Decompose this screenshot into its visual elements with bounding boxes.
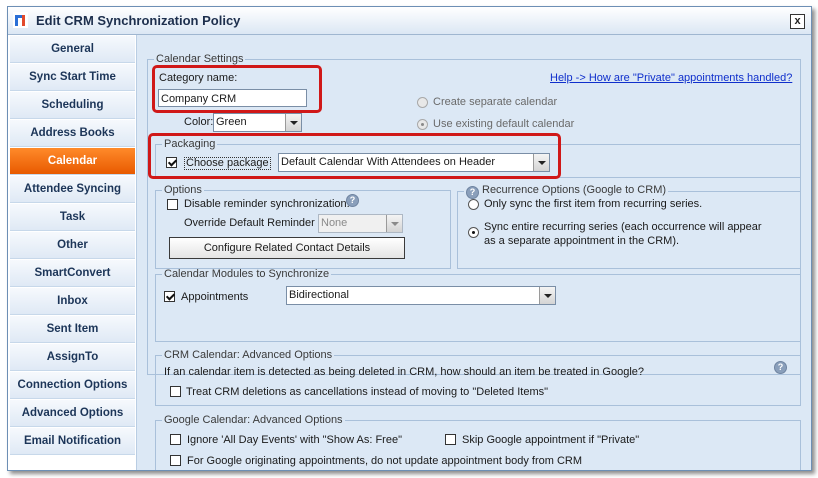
sidebar-item-email-notification[interactable]: Email Notification (10, 428, 135, 455)
chevron-down-icon (386, 215, 402, 232)
override-reminder-label: Override Default Reminder (184, 217, 315, 229)
appointments-direction-select[interactable]: Bidirectional (286, 286, 556, 305)
color-select-value: Green (216, 116, 247, 128)
sync-entire-series-radio[interactable] (468, 227, 479, 238)
sidebar-item-advanced-options[interactable]: Advanced Options (10, 400, 135, 427)
close-icon: x (794, 15, 801, 27)
recurrence-legend-text: Recurrence Options (Google to CRM) (482, 184, 667, 196)
appointments-checkbox[interactable] (164, 291, 175, 302)
create-separate-calendar-radio[interactable] (417, 97, 428, 108)
sidebar-item-inbox[interactable]: Inbox (10, 288, 135, 315)
disable-reminder-checkbox[interactable] (167, 199, 178, 210)
color-label: Color: (184, 116, 214, 128)
sidebar-item-general[interactable]: General (10, 36, 135, 63)
appointments-label: Appointments (181, 291, 249, 303)
chevron-down-icon (539, 287, 555, 304)
options-legend: Options (164, 184, 202, 196)
configure-contact-details-button[interactable]: Configure Related Contact Details (169, 237, 405, 259)
ignore-all-day-label: Ignore 'All Day Events' with "Show As: F… (187, 434, 402, 446)
help-icon[interactable]: ? (466, 186, 479, 199)
create-separate-calendar-label: Create separate calendar (433, 96, 558, 108)
color-select[interactable]: Green (213, 113, 302, 132)
calendar-modules-legend: Calendar Modules to Synchronize (164, 268, 330, 280)
ignore-all-day-checkbox[interactable] (170, 434, 181, 445)
override-reminder-value: None (321, 217, 348, 229)
sidebar-item-sent-item[interactable]: Sent Item (10, 316, 135, 343)
sidebar-item-connection-options[interactable]: Connection Options (10, 372, 135, 399)
crm-advanced-legend: CRM Calendar: Advanced Options (164, 349, 333, 361)
help-icon[interactable]: ? (774, 361, 787, 374)
dialog-window: Edit CRM Synchronization Policy x Genera… (7, 6, 812, 471)
sidebar-item-address-books[interactable]: Address Books (10, 120, 135, 147)
sidebar-item-scheduling[interactable]: Scheduling (10, 92, 135, 119)
close-button[interactable]: x (790, 14, 805, 29)
sync-entire-series-label-line1: Sync entire recurring series (each occur… (484, 221, 762, 233)
sidebar-item-smartconvert[interactable]: SmartConvert (10, 260, 135, 287)
no-update-body-checkbox[interactable] (170, 455, 181, 466)
sync-entire-series-label-line2: as a separate appointment in the CRM). (484, 235, 680, 247)
sidebar-item-assignto[interactable]: AssignTo (10, 344, 135, 371)
sidebar-item-other[interactable]: Other (10, 232, 135, 259)
category-highlight-box (152, 65, 322, 113)
sidebar-item-sync-start-time[interactable]: Sync Start Time (10, 64, 135, 91)
calendar-settings-panel: Calendar Settings Category name: Company… (137, 35, 811, 470)
sidebar-nav: General Sync Start Time Scheduling Addre… (8, 35, 137, 470)
use-existing-calendar-label: Use existing default calendar (433, 118, 575, 130)
calendar-settings-legend: Calendar Settings (156, 53, 244, 65)
disable-reminder-label: Disable reminder synchronization. (184, 198, 350, 210)
appointments-direction-value: Bidirectional (289, 289, 349, 301)
treat-deletions-label: Treat CRM deletions as cancellations ins… (186, 386, 549, 398)
only-first-item-radio[interactable] (468, 199, 479, 210)
title-bar[interactable]: Edit CRM Synchronization Policy x (8, 7, 811, 35)
override-reminder-select[interactable]: None (318, 214, 403, 233)
skip-private-label: Skip Google appointment if "Private" (462, 434, 640, 446)
recurrence-legend: ? Recurrence Options (Google to CRM) (464, 184, 668, 199)
crm-deletion-question: If an calendar item is detected as being… (164, 366, 645, 378)
sidebar-item-attendee-syncing[interactable]: Attendee Syncing (10, 176, 135, 203)
calendar-modules-group: Calendar Modules to Synchronize (155, 268, 801, 342)
only-first-item-label: Only sync the first item from recurring … (484, 198, 703, 210)
chevron-down-icon (285, 114, 301, 131)
skip-private-checkbox[interactable] (445, 434, 456, 445)
google-advanced-legend: Google Calendar: Advanced Options (164, 414, 343, 426)
use-existing-calendar-radio[interactable] (417, 119, 428, 130)
help-icon[interactable]: ? (346, 194, 359, 207)
window-title: Edit CRM Synchronization Policy (36, 13, 241, 28)
app-logo-icon (13, 12, 28, 28)
treat-deletions-checkbox[interactable] (170, 386, 181, 397)
private-appointments-help-link[interactable]: Help -> How are "Private" appointments h… (550, 72, 792, 84)
sidebar-item-calendar[interactable]: Calendar (10, 148, 135, 175)
sidebar-item-task[interactable]: Task (10, 204, 135, 231)
packaging-highlight-box (148, 133, 561, 179)
no-update-body-label: For Google originating appointments, do … (187, 455, 583, 467)
